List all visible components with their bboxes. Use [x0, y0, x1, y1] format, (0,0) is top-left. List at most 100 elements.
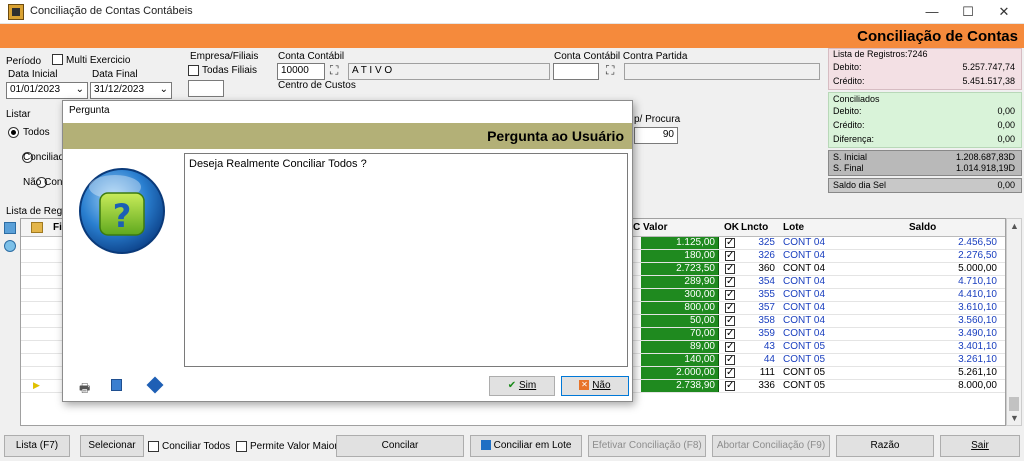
data-final-input[interactable]: 31/12/2023 ⌄	[90, 82, 172, 99]
razao-button[interactable]: Razão	[836, 435, 934, 457]
cell-valor: 800,00	[641, 302, 719, 314]
cell-lncto: 354	[758, 276, 775, 287]
print-icon[interactable]: 🖶	[79, 379, 90, 400]
cell-valor: 2.738,90	[641, 380, 719, 392]
ok-checkbox[interactable]	[725, 329, 735, 339]
copy-icon[interactable]	[111, 379, 122, 391]
cell-lote: CONT 05	[783, 354, 826, 365]
cell-lote: CONT 05	[783, 380, 826, 391]
dialog-icon-panel: ? 🖶	[63, 149, 181, 399]
conciliados-credito: 0,00	[997, 120, 1015, 130]
periodo-label: Período	[6, 56, 42, 67]
info-icon[interactable]	[146, 376, 164, 394]
ok-checkbox[interactable]	[725, 355, 735, 365]
grid-caption: Lista de Regi	[6, 206, 65, 217]
ok-checkbox[interactable]	[725, 238, 735, 248]
cell-lote: CONT 05	[783, 367, 826, 378]
procura-input[interactable]: 90	[634, 127, 678, 144]
cell-valor: 89,00	[641, 341, 719, 353]
filial-input[interactable]	[188, 80, 224, 97]
abortar-button[interactable]: Abortar Conciliação (F9)	[712, 435, 830, 457]
cell-lncto: 355	[758, 289, 775, 300]
cell-saldo: 4.710,10	[958, 276, 997, 287]
sair-button[interactable]: Sair	[940, 435, 1020, 457]
col-valor[interactable]: Valor	[643, 222, 667, 233]
app-icon	[8, 4, 24, 20]
chevron-down-icon: ⌄	[75, 84, 84, 95]
cell-lncto: 43	[763, 341, 775, 352]
dialog-heading: Pergunta ao Usuário	[487, 128, 624, 144]
conciliar-todos-checkbox[interactable]	[148, 441, 159, 452]
ok-checkbox[interactable]	[725, 251, 735, 261]
efetivar-button[interactable]: Efetivar Conciliação (F8)	[588, 435, 706, 457]
cell-valor: 70,00	[641, 328, 719, 340]
cell-valor: 2.000,00	[641, 367, 719, 379]
cell-lote: CONT 04	[783, 250, 826, 261]
contrapartida-input[interactable]	[553, 63, 599, 80]
data-inicial-input[interactable]: 01/01/2023 ⌄	[6, 82, 88, 99]
row-indicator-icon: ▶	[33, 380, 40, 390]
cell-lote: CONT 04	[783, 328, 826, 339]
cell-saldo: 4.410,10	[958, 289, 997, 300]
permite-maior-checkbox[interactable]	[236, 441, 247, 452]
cell-lncto: 336	[758, 380, 775, 391]
ok-checkbox[interactable]	[725, 381, 735, 391]
ok-checkbox[interactable]	[725, 303, 735, 313]
col-ok[interactable]: OK	[724, 222, 739, 233]
refresh-icon[interactable]	[4, 240, 16, 252]
excel-icon[interactable]	[4, 222, 16, 234]
multi-exercicio-label: Multi Exercicio	[66, 55, 131, 66]
conta-input[interactable]: 10000	[277, 63, 325, 80]
close-button[interactable]: ✕	[984, 2, 1024, 22]
sort-icon[interactable]	[31, 222, 43, 233]
binoculars-icon[interactable]: ⛶	[330, 63, 338, 78]
ok-checkbox[interactable]	[725, 264, 735, 274]
ok-checkbox[interactable]	[725, 316, 735, 326]
cell-valor: 140,00	[641, 354, 719, 366]
procura-label: p/ Procura	[634, 114, 681, 125]
debito-value: 5.257.747,74	[962, 62, 1015, 72]
cell-saldo: 3.610,10	[958, 302, 997, 313]
question-dialog: Pergunta Pergunta ao Usuário ? 🖶 Deseja …	[62, 100, 633, 402]
conciliar-button[interactable]: Concilar	[336, 435, 464, 457]
cell-lote: CONT 04	[783, 237, 826, 248]
col-c[interactable]: C	[633, 222, 640, 233]
grid-scrollbar[interactable]: ▲ ▼	[1006, 218, 1022, 426]
cell-lncto: 358	[758, 315, 775, 326]
cell-lote: CONT 04	[783, 289, 826, 300]
conciliar-lote-button[interactable]: Conciliar em Lote	[470, 435, 582, 457]
lista-button[interactable]: Lista (F7)	[4, 435, 70, 457]
ok-checkbox[interactable]	[725, 277, 735, 287]
multi-exercicio-checkbox[interactable]	[52, 54, 63, 65]
cell-valor: 2.723,50	[641, 263, 719, 275]
yes-button[interactable]: ✔ Sim	[489, 376, 555, 396]
cell-saldo: 3.560,10	[958, 315, 997, 326]
saldo-dia-sel-value: 0,00	[997, 180, 1015, 190]
radio-todos-label: Todos	[23, 127, 50, 138]
binoculars-icon[interactable]: ⛶	[606, 63, 614, 78]
radio-todos[interactable]	[8, 127, 19, 138]
cell-saldo: 3.261,10	[958, 354, 997, 365]
ok-checkbox[interactable]	[725, 342, 735, 352]
cell-saldo: 8.000,00	[958, 380, 997, 391]
summary-conciliados: Conciliados Debito: 0,00 Crédito: 0,00 Dif…	[828, 92, 1022, 148]
cell-saldo: 2.276,50	[958, 250, 997, 261]
ok-checkbox[interactable]	[725, 290, 735, 300]
dialog-message: Deseja Realmente Conciliar Todos ?	[184, 153, 628, 367]
maximize-button[interactable]: ☐	[948, 2, 988, 22]
contrapartida-label: Conta Contábil Contra Partida	[554, 51, 688, 62]
cell-saldo: 3.490,10	[958, 328, 997, 339]
col-saldo[interactable]: Saldo	[909, 222, 936, 233]
saldo-inicial: 1.208.687,83D	[955, 152, 1015, 162]
todas-filiais-checkbox[interactable]	[188, 65, 199, 76]
credito-value: 5.451.517,38	[962, 76, 1015, 86]
ok-checkbox[interactable]	[725, 368, 735, 378]
selecionar-button[interactable]: Selecionar	[80, 435, 144, 457]
no-button[interactable]: ✕ Não	[561, 376, 629, 396]
col-lncto[interactable]: Lncto	[741, 222, 768, 233]
col-lote[interactable]: Lote	[783, 222, 804, 233]
data-inicial-label: Data Inicial	[8, 69, 58, 80]
todas-filiais-label: Todas Filiais	[202, 65, 258, 76]
minimize-button[interactable]: —	[912, 2, 952, 22]
radio-conciliados-label: Conciliad	[23, 152, 65, 163]
